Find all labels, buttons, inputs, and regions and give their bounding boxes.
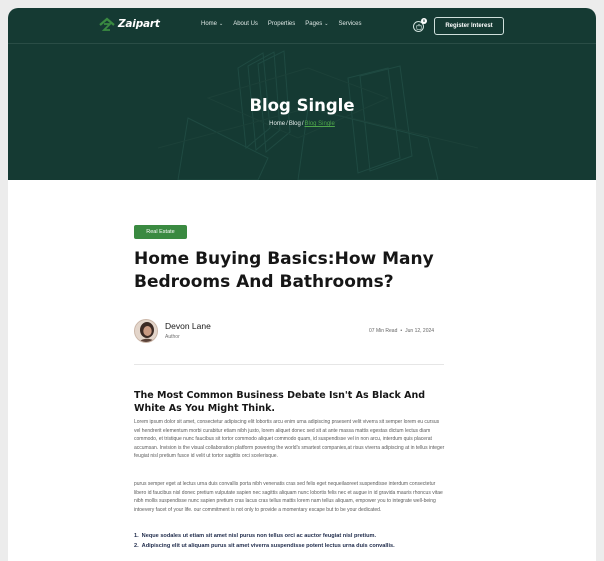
nav-item-label: About Us — [233, 21, 258, 27]
breadcrumb: Home/Blog/Blog Single — [8, 121, 596, 127]
top-navbar: Zaipart Home ⌄ About Us Properties Pages… — [8, 8, 596, 44]
body-paragraph-1: Lorem ipsum dolor sit amet, consectetur … — [134, 419, 445, 460]
breadcrumb-current: Blog Single — [304, 121, 335, 127]
nav-item-label: Services — [338, 21, 362, 27]
brand-name: Zaipart — [118, 18, 160, 30]
author-role: Author — [165, 334, 180, 340]
category-tag[interactable]: Real Estate — [134, 225, 187, 239]
chevron-down-icon: ⌄ — [324, 21, 329, 27]
list-number: 2. — [134, 543, 139, 549]
list-item: 2. Adipiscing elit ut aliquam purus sit a… — [134, 541, 454, 551]
page-title: Blog Single — [249, 96, 355, 115]
breadcrumb-separator: / — [286, 121, 288, 127]
register-interest-button[interactable]: Register Interest — [434, 17, 504, 35]
post-meta: 07 Min Read • Jun 12, 2024 — [369, 328, 434, 334]
read-time: 07 Min Read — [369, 328, 398, 334]
house-logo-icon — [99, 17, 115, 31]
meta-separator-dot: • — [400, 328, 403, 334]
list-item: 1. Neque sodales ut etiam sit amet nisl p… — [134, 531, 454, 541]
nav-item-label: Pages — [305, 21, 323, 27]
nav-item-pages[interactable]: Pages ⌄ — [305, 21, 328, 27]
body-paragraph-2: purus semper eget at lectus urna duis co… — [134, 481, 443, 513]
post-date: Jun 12, 2024 — [405, 328, 435, 334]
cart-count-badge: 0 — [421, 18, 427, 24]
list-item-text: Neque sodales ut etiam sit amet nisl pur… — [141, 533, 377, 539]
post-title: Home Buying Basics:How Many Bedrooms And… — [134, 249, 434, 292]
chevron-down-icon: ⌄ — [219, 21, 224, 27]
numbered-list: 1. Neque sodales ut etiam sit amet nisl p… — [134, 531, 454, 551]
author-name[interactable]: Devon Lane — [165, 321, 211, 331]
main-menu: Home ⌄ About Us Properties Pages ⌄ Servi… — [201, 21, 372, 27]
page-frame: Zaipart Home ⌄ About Us Properties Pages… — [8, 8, 596, 561]
nav-item-services[interactable]: Services — [338, 21, 361, 27]
list-item-text: Adipiscing elit ut aliquam purus sit ame… — [141, 543, 395, 549]
nav-item-about-us[interactable]: About Us — [233, 21, 258, 27]
author-avatar — [134, 319, 158, 343]
list-number: 1. — [134, 533, 139, 539]
nav-item-home[interactable]: Home ⌄ — [201, 21, 223, 27]
nav-item-properties[interactable]: Properties — [268, 21, 295, 27]
shopping-bag-icon — [416, 24, 422, 30]
cart-button[interactable]: 0 — [413, 18, 427, 32]
nav-item-label: Home — [201, 21, 218, 27]
breadcrumb-separator: / — [301, 121, 304, 127]
author-portrait-image — [135, 320, 157, 342]
divider — [134, 364, 444, 365]
brand-logo[interactable]: Zaipart — [99, 17, 160, 31]
breadcrumb-home[interactable]: Home — [269, 121, 285, 127]
section-heading: The Most Common Business Debate Isn't As… — [134, 390, 426, 414]
nav-item-label: Properties — [267, 21, 296, 27]
hero-banner: Zaipart Home ⌄ About Us Properties Pages… — [8, 8, 596, 180]
breadcrumb-blog[interactable]: Blog — [289, 121, 301, 127]
